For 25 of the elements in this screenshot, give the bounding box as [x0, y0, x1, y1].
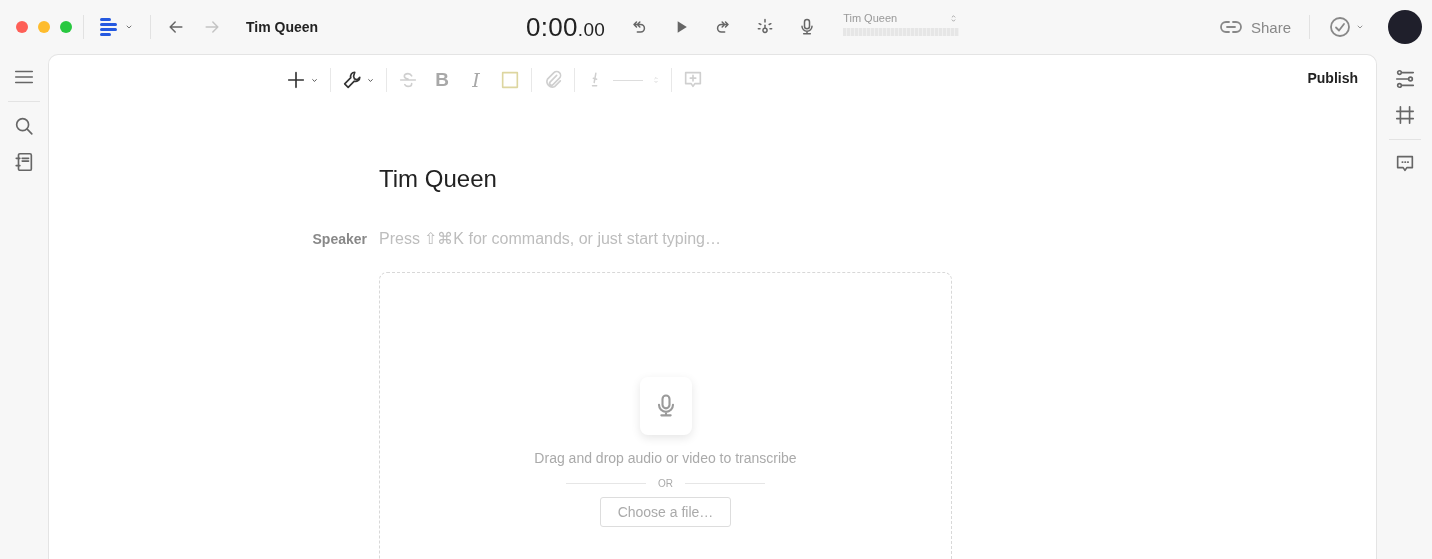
- plus-icon: [285, 69, 307, 91]
- speaker-select[interactable]: Tim Queen: [843, 12, 960, 24]
- separator-label: OR: [658, 478, 673, 489]
- highlight-square-icon: [499, 69, 521, 91]
- wrench-icon: [341, 69, 363, 91]
- check-circle-icon: [1328, 15, 1352, 39]
- notebook-icon: [13, 151, 35, 173]
- speaker-label: Speaker: [311, 231, 367, 247]
- user-avatar[interactable]: [1388, 10, 1422, 44]
- sliders-icon: [1393, 68, 1416, 90]
- document-title: Tim Queen: [379, 165, 498, 193]
- close-window-button[interactable]: [16, 21, 28, 33]
- choose-file-button[interactable]: Choose a file…: [599, 497, 732, 527]
- grid-icon: [1393, 104, 1416, 126]
- share-button[interactable]: Share: [1214, 11, 1295, 43]
- insert-menu-button[interactable]: [285, 69, 320, 91]
- drop-zone[interactable]: Drag and drop audio or video to transcribe OR Choose a file…: [379, 272, 952, 559]
- drop-instructions: Drag and drop audio or video to transcribe: [534, 450, 797, 466]
- tools-menu-button[interactable]: [341, 69, 376, 91]
- text-placeholder[interactable]: Press ⇧⌘K for commands, or just start typing…: [379, 229, 721, 248]
- window-title: Tim Queen: [246, 19, 319, 35]
- playback-time: 0:00.00: [526, 11, 606, 43]
- publish-button[interactable]: Publish: [1307, 70, 1358, 86]
- up-down-caret-icon: [651, 75, 661, 85]
- search-icon: [13, 115, 35, 137]
